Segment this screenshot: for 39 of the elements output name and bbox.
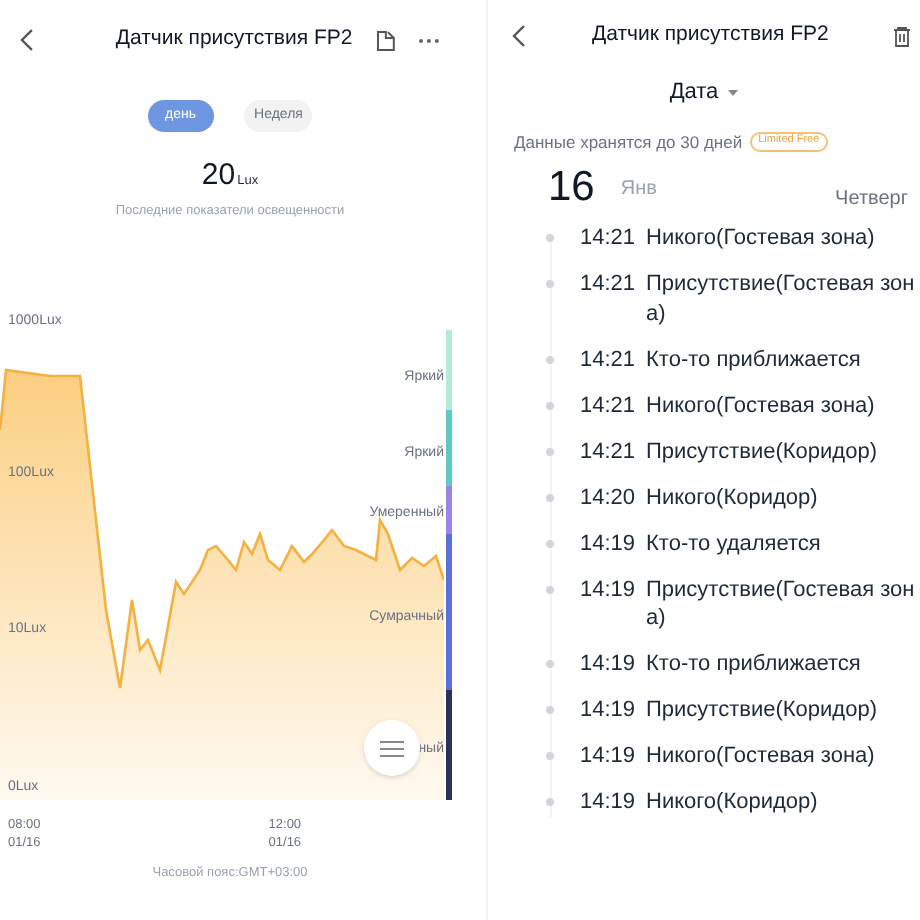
page-title: Датчик присутствия FP2 <box>115 24 353 55</box>
more-icon[interactable] <box>418 37 440 43</box>
event-time: 14:19 <box>580 742 638 772</box>
back-icon[interactable] <box>512 24 528 48</box>
event-time: 14:21 <box>580 437 638 467</box>
event-time: 14:19 <box>580 575 638 606</box>
day-number: 16 <box>548 166 595 209</box>
page-title: Датчик присутствия FP2 <box>592 20 829 51</box>
event-time: 14:21 <box>580 345 638 375</box>
event-text: Кто-то удаляется <box>646 529 823 559</box>
event-time: 14:21 <box>580 224 638 254</box>
weekday-label: Четверг <box>835 186 908 215</box>
event-text: Кто-то приближается <box>646 345 863 375</box>
event-time: 14:19 <box>580 788 638 818</box>
event-time: 14:21 <box>580 391 638 421</box>
event-time: 14:20 <box>580 483 638 513</box>
event-text: Присутствие(Коридор) <box>646 437 879 467</box>
event-text: Присутствие(Коридор) <box>646 696 879 726</box>
event-text: Никого(Коридор) <box>646 788 820 818</box>
retention-note: Данные хранятся до 30 дней <box>514 129 743 155</box>
event-time: 14:19 <box>580 650 638 680</box>
event-text: Никого(Гостевая зона) <box>646 224 877 254</box>
event-text: Присутствие(Гостевая зона) <box>646 575 916 634</box>
caret-icon <box>728 89 739 96</box>
month-label: Янв <box>620 176 657 205</box>
event-text: Никого(Коридор) <box>646 483 820 513</box>
event-time: 14:21 <box>580 270 638 301</box>
event-time: 14:19 <box>580 529 638 559</box>
event-time: 14:19 <box>580 696 638 726</box>
date-dropdown[interactable]: Дата <box>669 76 739 109</box>
event-text: Никого(Гостевая зона) <box>646 391 877 421</box>
menu-icon <box>380 739 404 758</box>
lux-value: 20 <box>201 156 236 196</box>
export-icon[interactable] <box>376 29 399 51</box>
event-text: Присутствие(Гостевая зона) <box>646 270 916 329</box>
back-icon[interactable] <box>20 28 36 52</box>
event-text: Никого(Гостевая зона) <box>646 742 877 772</box>
trash-icon[interactable] <box>892 25 912 47</box>
event-text: Кто-то приближается <box>646 650 863 680</box>
